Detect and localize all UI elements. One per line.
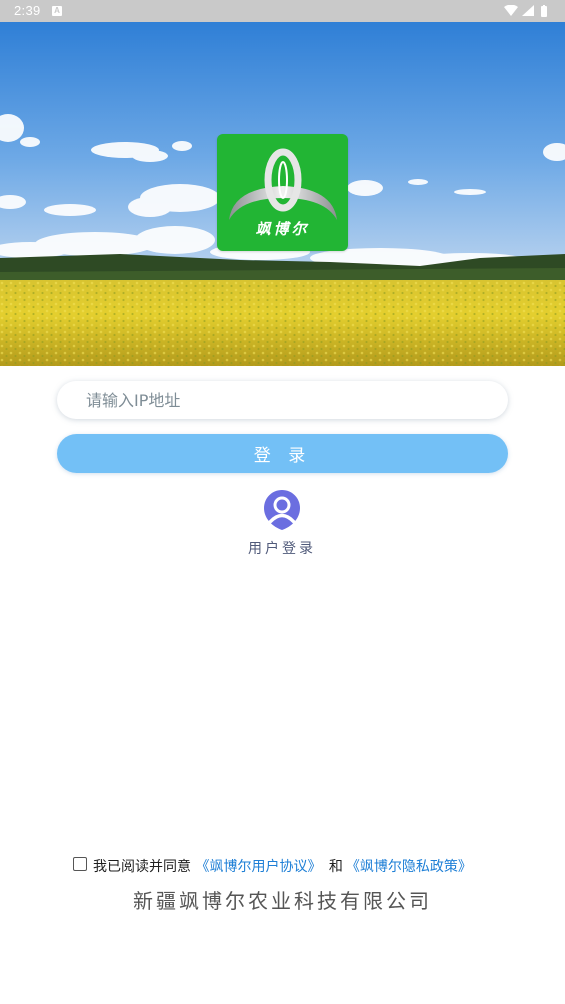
status-bar: 2:39 A [0,0,565,22]
user-login-button[interactable]: 用户登录 [232,487,332,559]
agreement-row: 我已阅读并同意 《飒博尔用户协议》 和《飒博尔隐私政策》 [72,856,512,878]
battery-icon [541,5,547,17]
agreement-and: 和 [328,859,343,875]
login-button[interactable]: 登 录 [57,434,508,473]
status-icons [503,4,551,17]
user-login-label: 用户登录 [248,541,316,557]
a-icon: A [52,6,62,16]
signal-icon [522,5,534,16]
app-logo: 飒博尔 [217,134,348,251]
agreement-checkbox[interactable] [73,857,87,871]
user-icon [263,489,301,531]
logo-text: 飒博尔 [255,220,310,238]
privacy-policy-link[interactable]: 《飒博尔隐私政策》 [346,859,472,875]
agreement-prefix: 我已阅读并同意 [93,859,191,875]
company-name: 新疆飒博尔农业科技有限公司 [133,889,432,913]
user-agreement-link[interactable]: 《飒博尔用户协议》 [195,859,321,875]
wifi-icon [504,4,518,16]
ip-address-input[interactable] [57,381,508,419]
status-time: 2:39 [14,3,41,18]
